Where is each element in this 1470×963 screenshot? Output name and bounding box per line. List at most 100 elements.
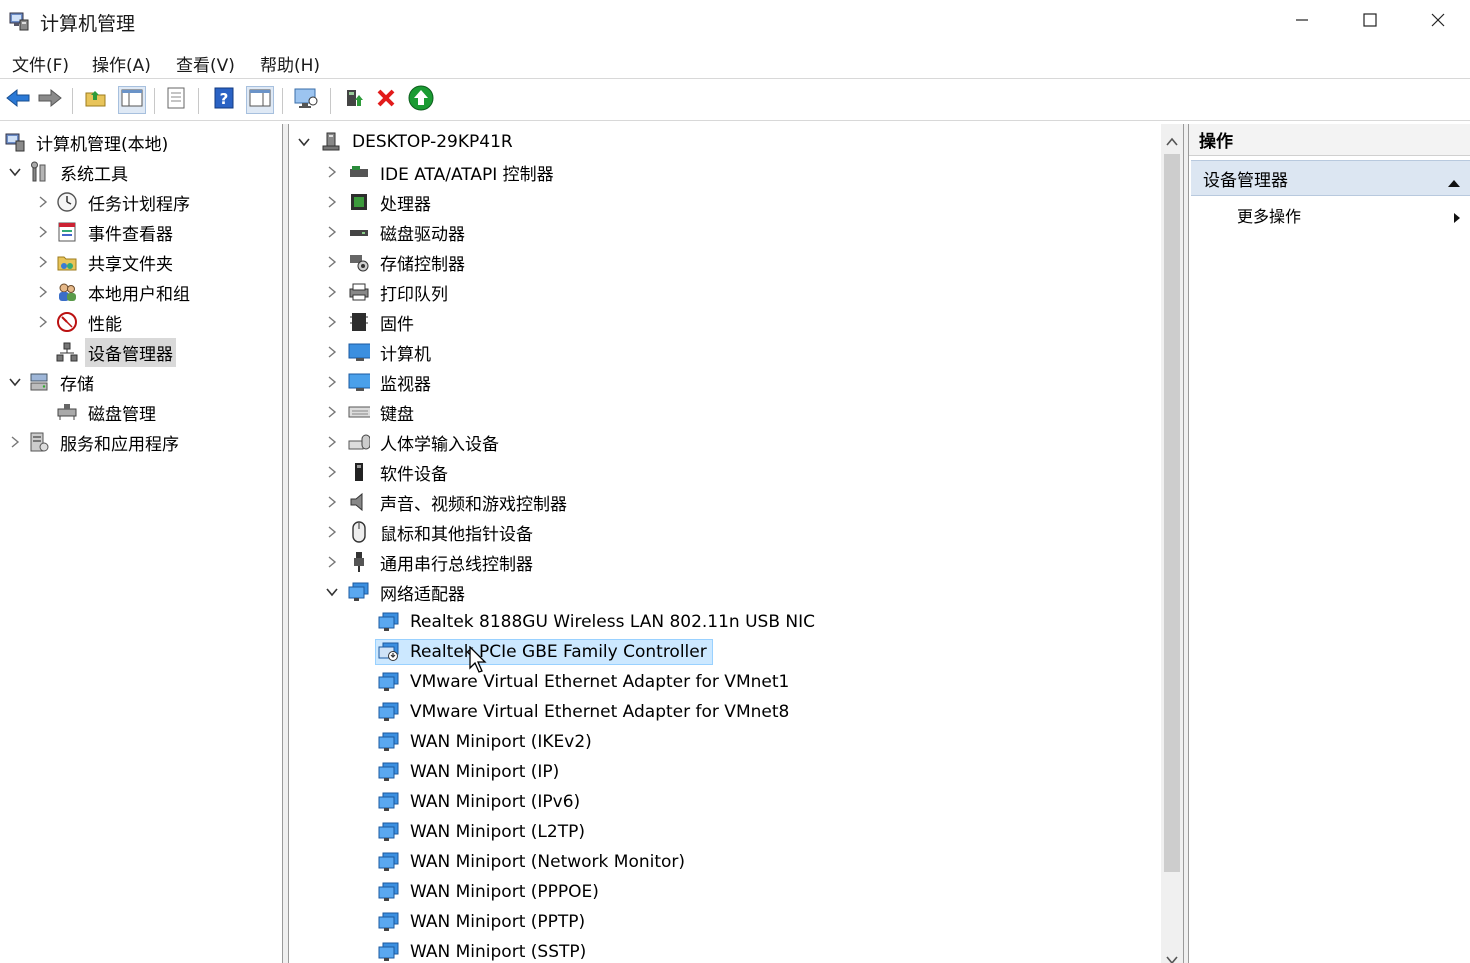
menu-file[interactable]: 文件(F)	[12, 51, 69, 76]
properties-button[interactable]	[162, 86, 190, 114]
action-pane-button[interactable]	[246, 86, 274, 114]
tree-item-device-manager[interactable]: 设备管理器	[56, 337, 176, 367]
device-category[interactable]: IDE ATA/ATAPI 控制器	[325, 157, 560, 187]
users-icon	[56, 281, 78, 303]
maximize-button[interactable]	[1336, 0, 1404, 44]
network-adapter-icon	[378, 881, 400, 903]
scroll-up-icon[interactable]	[1166, 132, 1178, 151]
tree-item-performance[interactable]: 性能	[36, 307, 125, 337]
chevron-right-icon[interactable]	[325, 195, 339, 209]
chevron-right-icon[interactable]	[36, 315, 50, 329]
tree-item-event-viewer[interactable]: 事件查看器	[36, 217, 176, 247]
tree-item-root[interactable]: 计算机管理(本地)	[4, 127, 171, 157]
device-category[interactable]: 网络适配器	[325, 577, 471, 607]
more-actions-item[interactable]: 更多操作	[1237, 200, 1467, 230]
show-hide-tree-button[interactable]	[118, 86, 146, 114]
tree-item-storage[interactable]: 存储	[8, 367, 97, 397]
tree-item-disk-management[interactable]: 磁盘管理	[56, 397, 159, 427]
network-adapter-item[interactable]: WAN Miniport (IPv6)	[375, 787, 586, 817]
uninstall-device-button[interactable]	[372, 86, 400, 114]
close-button[interactable]	[1404, 0, 1470, 44]
tree-item-label: 性能	[88, 314, 122, 335]
device-category[interactable]: 打印队列	[325, 277, 454, 307]
network-adapter-item[interactable]: VMware Virtual Ethernet Adapter for VMne…	[375, 697, 795, 727]
chevron-down-icon[interactable]	[8, 375, 22, 389]
network-adapter-item[interactable]: WAN Miniport (IKEv2)	[375, 727, 598, 757]
chevron-right-icon[interactable]	[8, 435, 22, 449]
chevron-right-icon[interactable]	[36, 285, 50, 299]
device-category[interactable]: 鼠标和其他指针设备	[325, 517, 539, 547]
ide-controller-icon	[348, 161, 370, 183]
chevron-down-icon[interactable]	[8, 165, 22, 179]
scroll-down-icon[interactable]	[1166, 950, 1178, 963]
tree-item-label: 系统工具	[60, 164, 128, 185]
device-category[interactable]: 固件	[325, 307, 420, 337]
mouse-cursor-icon	[469, 645, 489, 678]
chevron-right-icon[interactable]	[325, 225, 339, 239]
forward-button[interactable]	[36, 86, 64, 114]
chevron-right-icon[interactable]	[325, 405, 339, 419]
tree-item-services-apps[interactable]: 服务和应用程序	[8, 427, 182, 457]
device-category[interactable]: 存储控制器	[325, 247, 471, 277]
actions-section-device-manager[interactable]: 设备管理器	[1191, 160, 1470, 196]
back-button[interactable]	[4, 86, 32, 114]
chevron-right-icon[interactable]	[325, 495, 339, 509]
chevron-right-icon[interactable]	[325, 375, 339, 389]
enable-device-button[interactable]	[407, 85, 435, 114]
menu-bar: 文件(F) 操作(A) 查看(V) 帮助(H)	[0, 46, 1470, 79]
chevron-right-icon[interactable]	[36, 255, 50, 269]
chevron-right-icon[interactable]	[325, 345, 339, 359]
chevron-right-icon[interactable]	[325, 285, 339, 299]
chevron-right-icon[interactable]	[36, 195, 50, 209]
device-category[interactable]: 人体学输入设备	[325, 427, 505, 457]
network-adapter-icon	[378, 731, 400, 753]
device-category[interactable]: 软件设备	[325, 457, 454, 487]
chevron-right-icon[interactable]	[325, 255, 339, 269]
chevron-down-icon[interactable]	[297, 135, 311, 149]
up-button[interactable]	[82, 86, 110, 114]
vertical-scrollbar[interactable]	[1161, 124, 1183, 963]
network-adapter-item[interactable]: WAN Miniport (IP)	[375, 757, 565, 787]
item-label: 处理器	[380, 194, 431, 215]
network-adapter-item[interactable]: Realtek PCIe GBE Family Controller	[375, 637, 713, 667]
device-category[interactable]: 计算机	[325, 337, 437, 367]
device-category[interactable]: 处理器	[325, 187, 437, 217]
device-category[interactable]: 通用串行总线控制器	[325, 547, 539, 577]
update-driver-button[interactable]	[340, 86, 368, 114]
tree-item-task-scheduler[interactable]: 任务计划程序	[36, 187, 193, 217]
network-adapter-item[interactable]: WAN Miniport (PPTP)	[375, 907, 591, 937]
network-adapter-item[interactable]: VMware Virtual Ethernet Adapter for VMne…	[375, 667, 795, 697]
network-adapter-item[interactable]: WAN Miniport (L2TP)	[375, 817, 591, 847]
network-adapter-icon	[378, 611, 400, 633]
device-category[interactable]: 声音、视频和游戏控制器	[325, 487, 573, 517]
chevron-right-icon[interactable]	[325, 435, 339, 449]
network-adapter-icon	[348, 581, 370, 603]
item-content: WAN Miniport (PPPOE)	[375, 879, 605, 905]
menu-view[interactable]: 查看(V)	[176, 51, 235, 76]
network-adapter-item[interactable]: WAN Miniport (SSTP)	[375, 937, 592, 963]
scrollbar-thumb[interactable]	[1164, 154, 1180, 872]
menu-action[interactable]: 操作(A)	[92, 51, 151, 76]
help-button[interactable]: ?	[210, 86, 238, 114]
network-adapter-item[interactable]: WAN Miniport (PPPOE)	[375, 877, 605, 907]
network-adapter-item[interactable]: Realtek 8188GU Wireless LAN 802.11n USB …	[375, 607, 821, 637]
device-category[interactable]: 监视器	[325, 367, 437, 397]
network-adapter-item[interactable]: WAN Miniport (Network Monitor)	[375, 847, 691, 877]
tree-item-system-tools[interactable]: 系统工具	[8, 157, 131, 187]
tree-item-shared-folders[interactable]: 共享文件夹	[36, 247, 176, 277]
menu-help[interactable]: 帮助(H)	[260, 51, 320, 76]
chevron-right-icon[interactable]	[325, 465, 339, 479]
collapse-up-icon[interactable]	[1447, 173, 1461, 193]
tree-item-local-users[interactable]: 本地用户和组	[36, 277, 193, 307]
chevron-right-icon[interactable]	[325, 165, 339, 179]
chevron-right-icon[interactable]	[325, 525, 339, 539]
chevron-right-icon[interactable]	[325, 315, 339, 329]
minimize-button[interactable]	[1268, 0, 1336, 44]
scan-hardware-button[interactable]	[292, 86, 320, 114]
chevron-right-icon[interactable]	[36, 225, 50, 239]
device-category[interactable]: 磁盘驱动器	[325, 217, 471, 247]
device-tree-root[interactable]: DESKTOP-29KP41R	[297, 127, 519, 157]
device-category[interactable]: 键盘	[325, 397, 420, 427]
chevron-down-icon[interactable]	[325, 585, 339, 599]
chevron-right-icon[interactable]	[325, 555, 339, 569]
